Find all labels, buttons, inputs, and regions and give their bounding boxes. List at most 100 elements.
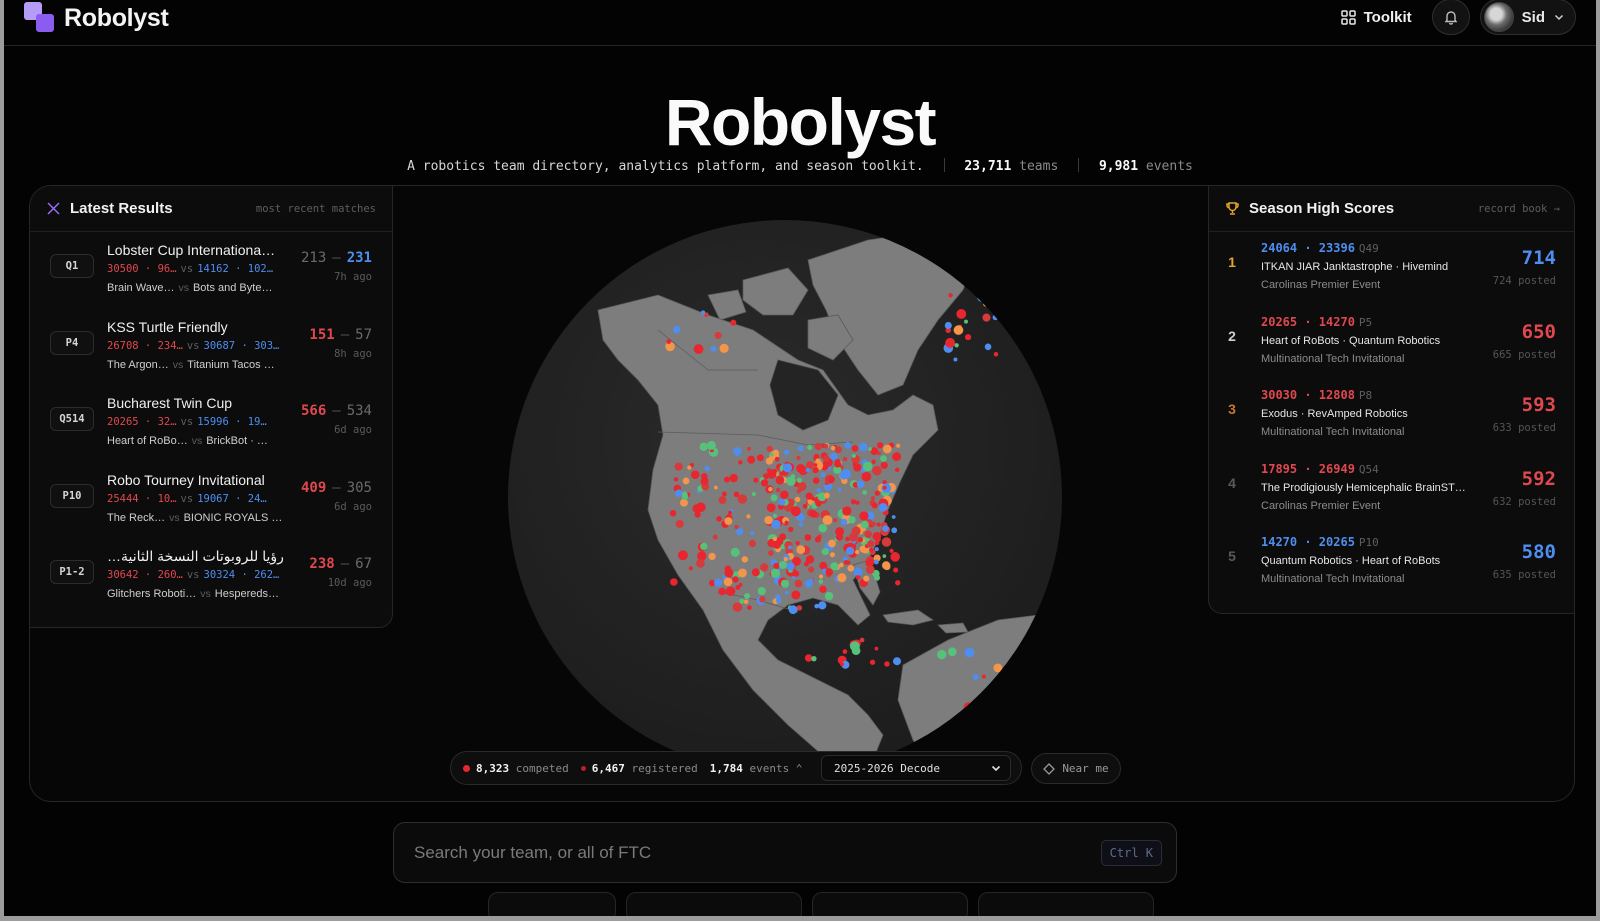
event-dot[interactable] — [822, 515, 833, 525]
event-dot[interactable] — [889, 548, 894, 553]
event-dot[interactable] — [992, 314, 998, 321]
event-dot[interactable] — [842, 649, 848, 654]
quick-link-chip[interactable] — [488, 892, 616, 916]
event-dot[interactable] — [748, 539, 757, 548]
event-dot[interactable] — [704, 465, 710, 472]
event-dot[interactable] — [978, 743, 986, 751]
event-dot[interactable] — [674, 462, 683, 471]
event-dot[interactable] — [843, 506, 852, 515]
event-dot[interactable] — [681, 491, 688, 498]
event-dot[interactable] — [692, 504, 701, 513]
event-dot[interactable] — [838, 562, 844, 568]
event-dot[interactable] — [721, 491, 727, 497]
high-score-row[interactable]: 2 20265 · 14270 P5 Heart of RoBots · Quantu… — [1209, 306, 1574, 380]
event-dot[interactable] — [829, 452, 838, 461]
event-dot[interactable] — [953, 357, 958, 362]
event-dot[interactable] — [892, 657, 902, 666]
event-dot[interactable] — [675, 519, 684, 528]
event-dot[interactable] — [877, 451, 882, 456]
event-dot[interactable] — [994, 293, 1001, 299]
event-dot[interactable] — [751, 568, 760, 577]
event-dot[interactable] — [890, 552, 900, 562]
event-dot[interactable] — [699, 442, 708, 451]
event-dot[interactable] — [679, 498, 688, 507]
event-dot[interactable] — [849, 641, 860, 652]
event-dot[interactable] — [812, 467, 819, 474]
event-dot[interactable] — [871, 502, 878, 509]
event-dot[interactable] — [945, 337, 956, 348]
event-dot[interactable] — [796, 545, 806, 555]
event-dot[interactable] — [756, 454, 764, 462]
event-dot[interactable] — [814, 442, 822, 451]
event-dot[interactable] — [857, 536, 864, 543]
event-dot[interactable] — [747, 605, 752, 610]
event-dot[interactable] — [767, 469, 777, 479]
event-dot[interactable] — [719, 343, 729, 353]
notifications-button[interactable] — [1431, 0, 1470, 35]
event-dot[interactable] — [804, 534, 812, 541]
event-dot[interactable] — [729, 473, 738, 483]
event-dot[interactable] — [736, 528, 744, 536]
event-dot[interactable] — [813, 463, 818, 467]
event-dot[interactable] — [853, 567, 863, 577]
event-dot[interactable] — [708, 552, 716, 561]
event-dot[interactable] — [786, 476, 796, 486]
event-dot[interactable] — [796, 477, 803, 483]
event-dot[interactable] — [828, 476, 835, 483]
event-dot[interactable] — [947, 647, 957, 657]
season-select[interactable]: 2025-2026 Decode — [821, 755, 1011, 781]
event-dot[interactable] — [714, 331, 722, 339]
event-dot[interactable] — [815, 500, 822, 507]
event-dot[interactable] — [788, 526, 794, 532]
event-dot[interactable] — [778, 560, 788, 570]
quick-link-chip[interactable] — [812, 892, 968, 916]
event-dot[interactable] — [746, 514, 751, 519]
event-dot[interactable] — [669, 509, 677, 517]
event-dot[interactable] — [824, 591, 834, 601]
event-dot[interactable] — [765, 457, 774, 465]
event-dot[interactable] — [828, 539, 836, 548]
event-dot[interactable] — [818, 579, 823, 584]
event-dot[interactable] — [837, 573, 847, 583]
event-dot[interactable] — [851, 445, 859, 452]
event-dot[interactable] — [832, 517, 838, 523]
event-dot[interactable] — [767, 550, 774, 556]
event-dot[interactable] — [854, 549, 860, 555]
event-dot[interactable] — [670, 578, 678, 586]
event-dot[interactable] — [734, 524, 739, 530]
event-dot[interactable] — [937, 649, 947, 660]
event-dot[interactable] — [868, 447, 872, 451]
event-dot[interactable] — [688, 566, 693, 571]
event-dot[interactable] — [693, 344, 704, 354]
event-dot[interactable] — [797, 445, 804, 452]
event-dot[interactable] — [807, 444, 813, 451]
event-dot[interactable] — [892, 452, 902, 462]
event-dot[interactable] — [759, 596, 766, 603]
event-dot[interactable] — [809, 578, 814, 583]
event-dot[interactable] — [846, 560, 851, 565]
event-dot[interactable] — [983, 293, 990, 300]
event-dot[interactable] — [848, 516, 856, 524]
event-dot[interactable] — [812, 477, 820, 484]
event-dot[interactable] — [872, 531, 882, 541]
event-dot[interactable] — [882, 444, 892, 454]
event-dot[interactable] — [788, 545, 792, 550]
event-dot[interactable] — [880, 461, 888, 469]
event-dot[interactable] — [712, 534, 718, 540]
near-me-button[interactable]: Near me — [1031, 753, 1121, 784]
event-dot[interactable] — [737, 494, 748, 504]
event-dot[interactable] — [820, 472, 826, 478]
event-dot[interactable] — [724, 568, 734, 578]
event-dot[interactable] — [818, 523, 828, 533]
event-dot[interactable] — [896, 443, 901, 448]
event-dot[interactable] — [845, 536, 850, 542]
event-dot[interactable] — [975, 711, 980, 716]
event-dot[interactable] — [1005, 706, 1011, 711]
event-dot[interactable] — [772, 449, 779, 456]
event-dot[interactable] — [823, 443, 829, 449]
event-dot[interactable] — [845, 546, 855, 556]
event-dot[interactable] — [948, 292, 953, 298]
match-row[interactable]: P1-2 …رؤيا للروبوتات النسخة الثانية 30642 … — [30, 538, 392, 615]
event-dot[interactable] — [788, 605, 798, 615]
event-dot[interactable] — [775, 487, 781, 493]
